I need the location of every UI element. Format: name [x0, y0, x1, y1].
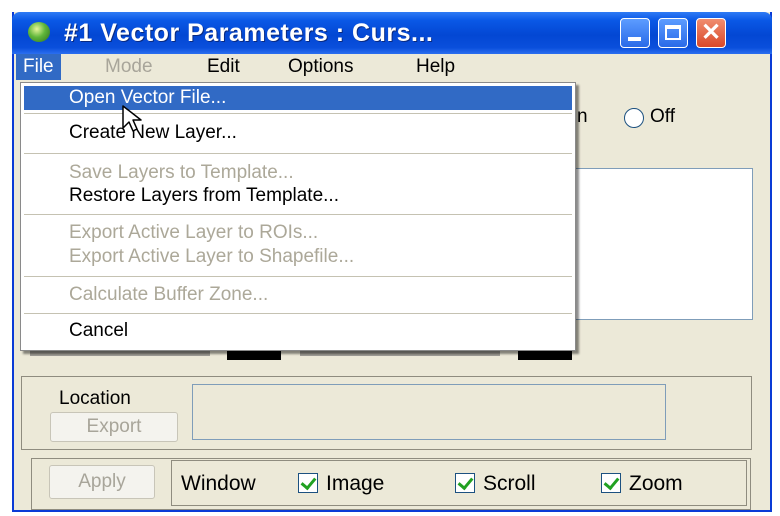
menu-separator — [24, 113, 572, 115]
menu-separator — [24, 153, 572, 155]
partial-option-text: n — [577, 106, 588, 127]
menu-mode[interactable]: Mode — [98, 54, 160, 80]
menu-item-cancel[interactable]: Cancel — [24, 319, 572, 343]
menu-separator — [24, 276, 572, 278]
minimize-button[interactable] — [620, 18, 650, 48]
location-field[interactable] — [192, 384, 666, 440]
menu-separator — [24, 214, 572, 216]
menu-item-restore-layers-from-template[interactable]: Restore Layers from Template... — [24, 184, 572, 208]
menu-separator — [24, 313, 572, 315]
location-label: Location — [59, 388, 131, 409]
file-menu-dropdown: Open Vector File... Create New Layer... … — [20, 82, 576, 351]
layer-list[interactable] — [560, 168, 753, 320]
scroll-checkbox-label: Scroll — [483, 472, 536, 495]
menu-item-calculate-buffer-zone[interactable]: Calculate Buffer Zone... — [24, 283, 572, 307]
menu-help[interactable]: Help — [409, 54, 462, 80]
menu-file[interactable]: File — [16, 54, 61, 80]
scroll-checkbox[interactable] — [455, 473, 475, 493]
app-globe-icon[interactable] — [28, 22, 50, 42]
close-icon: ✕ — [700, 19, 722, 46]
menu-item-create-new-layer[interactable]: Create New Layer... — [24, 121, 572, 145]
window-label: Window — [181, 472, 256, 495]
maximize-icon — [665, 25, 681, 40]
menu-item-save-layers-to-template[interactable]: Save Layers to Template... — [24, 161, 572, 185]
zoom-checkbox-label: Zoom — [629, 472, 683, 495]
export-button[interactable]: Export — [50, 412, 178, 442]
window-title: #1 Vector Parameters : Curs... — [64, 19, 434, 47]
menu-item-open-vector-file[interactable]: Open Vector File... — [24, 86, 572, 110]
apply-button[interactable]: Apply — [49, 465, 155, 499]
title-bar[interactable]: #1 Vector Parameters : Curs... ✕ — [12, 12, 772, 54]
minimize-icon — [628, 37, 641, 41]
image-checkbox-label: Image — [326, 472, 385, 495]
menu-options[interactable]: Options — [281, 54, 360, 80]
menu-edit[interactable]: Edit — [200, 54, 247, 80]
mouse-pointer-icon — [122, 105, 142, 132]
close-button[interactable]: ✕ — [696, 18, 726, 48]
off-radio[interactable] — [624, 108, 644, 128]
zoom-checkbox[interactable] — [601, 473, 621, 493]
menu-item-export-to-shapefile[interactable]: Export Active Layer to Shapefile... — [24, 245, 572, 269]
maximize-button[interactable] — [658, 18, 688, 48]
off-radio-label: Off — [650, 106, 675, 127]
image-checkbox[interactable] — [298, 473, 318, 493]
menu-bar: File Mode Edit Options Help — [14, 54, 770, 82]
menu-item-export-to-rois[interactable]: Export Active Layer to ROIs... — [24, 221, 572, 245]
